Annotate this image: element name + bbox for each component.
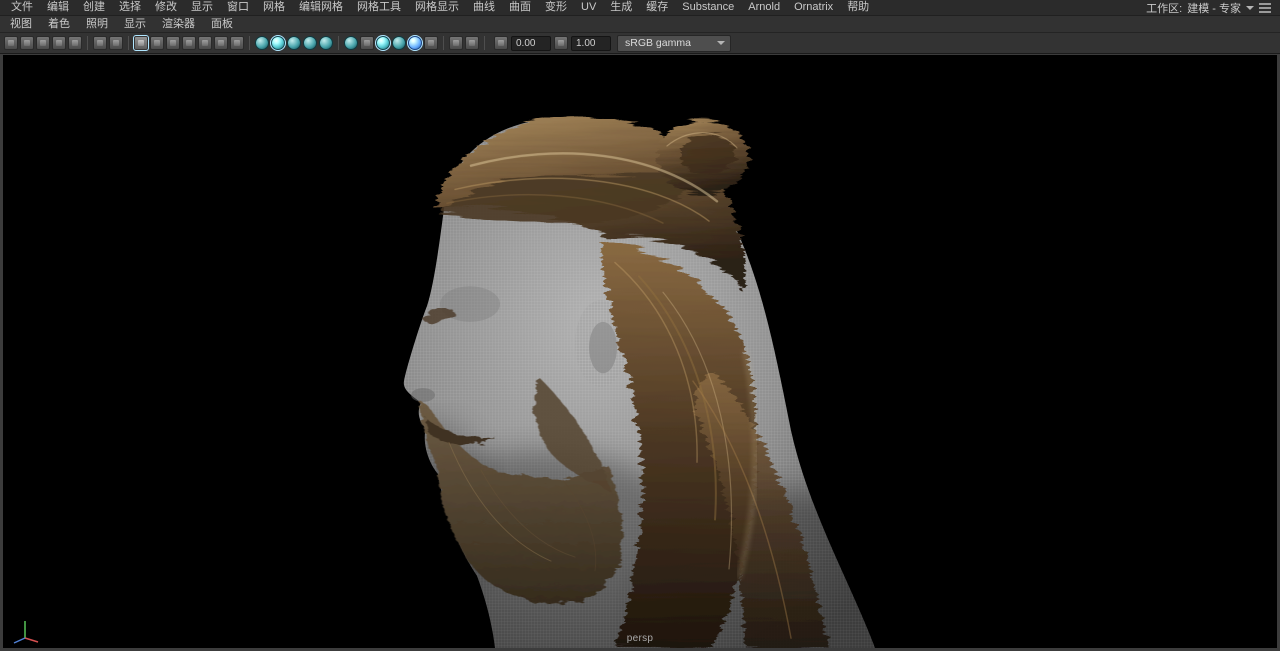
camera-select-icon[interactable] [4, 36, 18, 50]
menu-item[interactable]: 网格 [256, 0, 292, 15]
textured-icon[interactable] [287, 36, 301, 50]
menu-item[interactable]: 文件 [4, 0, 40, 15]
color-profile-value: sRGB gamma [625, 37, 691, 49]
bookmark-icon[interactable] [52, 36, 66, 50]
panel-menu-item[interactable]: 渲染器 [154, 16, 203, 32]
exposure-icon[interactable] [494, 36, 508, 50]
depth-of-field-icon[interactable] [424, 36, 438, 50]
toolbar-separator [338, 36, 339, 50]
shading-group [255, 35, 333, 51]
menu-item[interactable]: 窗口 [220, 0, 256, 15]
grease-pencil-icon[interactable] [109, 36, 123, 50]
image-plane-icon[interactable] [68, 36, 82, 50]
menu-item[interactable]: Arnold [741, 0, 787, 15]
toolbar-separator [87, 36, 88, 50]
menu-item[interactable]: 帮助 [840, 0, 876, 15]
toolbar-separator [249, 36, 250, 50]
gamma-input[interactable] [571, 35, 611, 51]
menu-item[interactable]: 曲面 [502, 0, 538, 15]
workspace-label: 工作区: [1146, 2, 1183, 15]
isolate-select-icon[interactable] [449, 36, 463, 50]
workspace-selector[interactable]: 工作区: 建模 - 专家 [1146, 0, 1276, 16]
maya-window: 文件 编辑 创建 选择 修改 显示 窗口 网格 编辑网格 网格工具 网格显示 曲线 曲面 变形 UV 生成 缓存… [0, 0, 1280, 651]
menu-item[interactable]: 显示 [184, 0, 220, 15]
panel-menu-item[interactable]: 着色 [40, 16, 78, 32]
main-menubar: 文件 编辑 创建 选择 修改 显示 窗口 网格 编辑网格 网格工具 网格显示 曲线 曲面 变形 UV 生成 缓存… [0, 0, 1280, 15]
chevron-down-icon[interactable] [1246, 5, 1254, 10]
render-effects-group [344, 35, 438, 51]
wireframe-on-shaded-icon[interactable] [319, 36, 333, 50]
main-menu-items: 文件 编辑 创建 选择 修改 显示 窗口 网格 编辑网格 网格工具 网格显示 曲线 曲面 变形 UV 生成 缓存… [4, 0, 876, 15]
menu-item[interactable]: 生成 [603, 0, 639, 15]
axis-gizmo-icon [13, 621, 39, 644]
xray-icon[interactable] [465, 36, 479, 50]
use-default-material-icon[interactable] [303, 36, 317, 50]
menu-item[interactable]: 网格显示 [408, 0, 466, 15]
menu-item[interactable]: 网格工具 [350, 0, 408, 15]
multisample-anti-aliasing-icon[interactable] [407, 35, 423, 51]
menu-item[interactable]: 曲线 [466, 0, 502, 15]
viewport-3d[interactable]: persp [3, 55, 1277, 648]
resolution-gate-icon[interactable] [166, 36, 180, 50]
color-profile-dropdown[interactable]: sRGB gamma [617, 34, 731, 52]
gate-mask-icon[interactable] [182, 36, 196, 50]
workspace-options-icon[interactable] [1259, 2, 1271, 13]
shadows-icon[interactable] [360, 36, 374, 50]
camera-name-label: persp [626, 633, 654, 644]
safe-action-icon[interactable] [214, 36, 228, 50]
screen-space-ambient-occlusion-icon[interactable] [375, 35, 391, 51]
viewport-toolbar: sRGB gamma [0, 32, 1280, 54]
gate-tools-group [133, 35, 244, 51]
menu-item[interactable]: 创建 [76, 0, 112, 15]
film-gate-icon[interactable] [150, 36, 164, 50]
field-chart-icon[interactable] [198, 36, 212, 50]
workspace-value: 建模 - 专家 [1187, 2, 1241, 15]
panel-menu-items: 视图 着色 照明 显示 渲染器 面板 [2, 16, 241, 32]
panel-menu-item[interactable]: 显示 [116, 16, 154, 32]
isolate-group [449, 36, 479, 50]
chevron-down-icon [717, 41, 725, 45]
two-d-pan-zoom-icon[interactable] [93, 36, 107, 50]
display-fields: sRGB gamma [494, 34, 731, 52]
menu-item[interactable]: 编辑 [40, 0, 76, 15]
menu-item[interactable]: UV [574, 0, 603, 15]
motion-blur-icon[interactable] [392, 36, 406, 50]
gamma-icon[interactable] [554, 36, 568, 50]
panel-menubar: 视图 着色 照明 显示 渲染器 面板 [0, 15, 1280, 32]
toolbar-separator [128, 36, 129, 50]
menu-item[interactable]: 编辑网格 [292, 0, 350, 15]
viewport-frame: persp [0, 54, 1280, 651]
menu-item[interactable]: Ornatrix [787, 0, 840, 15]
smooth-shade-all-icon[interactable] [270, 35, 286, 51]
panel-menu-item[interactable]: 面板 [203, 16, 241, 32]
grid-icon[interactable] [133, 35, 149, 51]
panel-menu-item[interactable]: 视图 [2, 16, 40, 32]
toolbar-separator [443, 36, 444, 50]
camera-attributes-icon[interactable] [36, 36, 50, 50]
exposure-input[interactable] [511, 35, 551, 51]
head-model [373, 116, 943, 648]
menu-item[interactable]: Substance [675, 0, 741, 15]
pan-zoom-group [93, 36, 123, 50]
lock-camera-icon[interactable] [20, 36, 34, 50]
camera-tools-group [4, 36, 82, 50]
toolbar-separator [484, 36, 485, 50]
menu-item[interactable]: 修改 [148, 0, 184, 15]
panel-menu-item[interactable]: 照明 [78, 16, 116, 32]
menu-item[interactable]: 缓存 [639, 0, 675, 15]
menu-item[interactable]: 选择 [112, 0, 148, 15]
safe-title-icon[interactable] [230, 36, 244, 50]
wireframe-icon[interactable] [255, 36, 269, 50]
lighting-icon[interactable] [344, 36, 358, 50]
menu-item[interactable]: 变形 [538, 0, 574, 15]
